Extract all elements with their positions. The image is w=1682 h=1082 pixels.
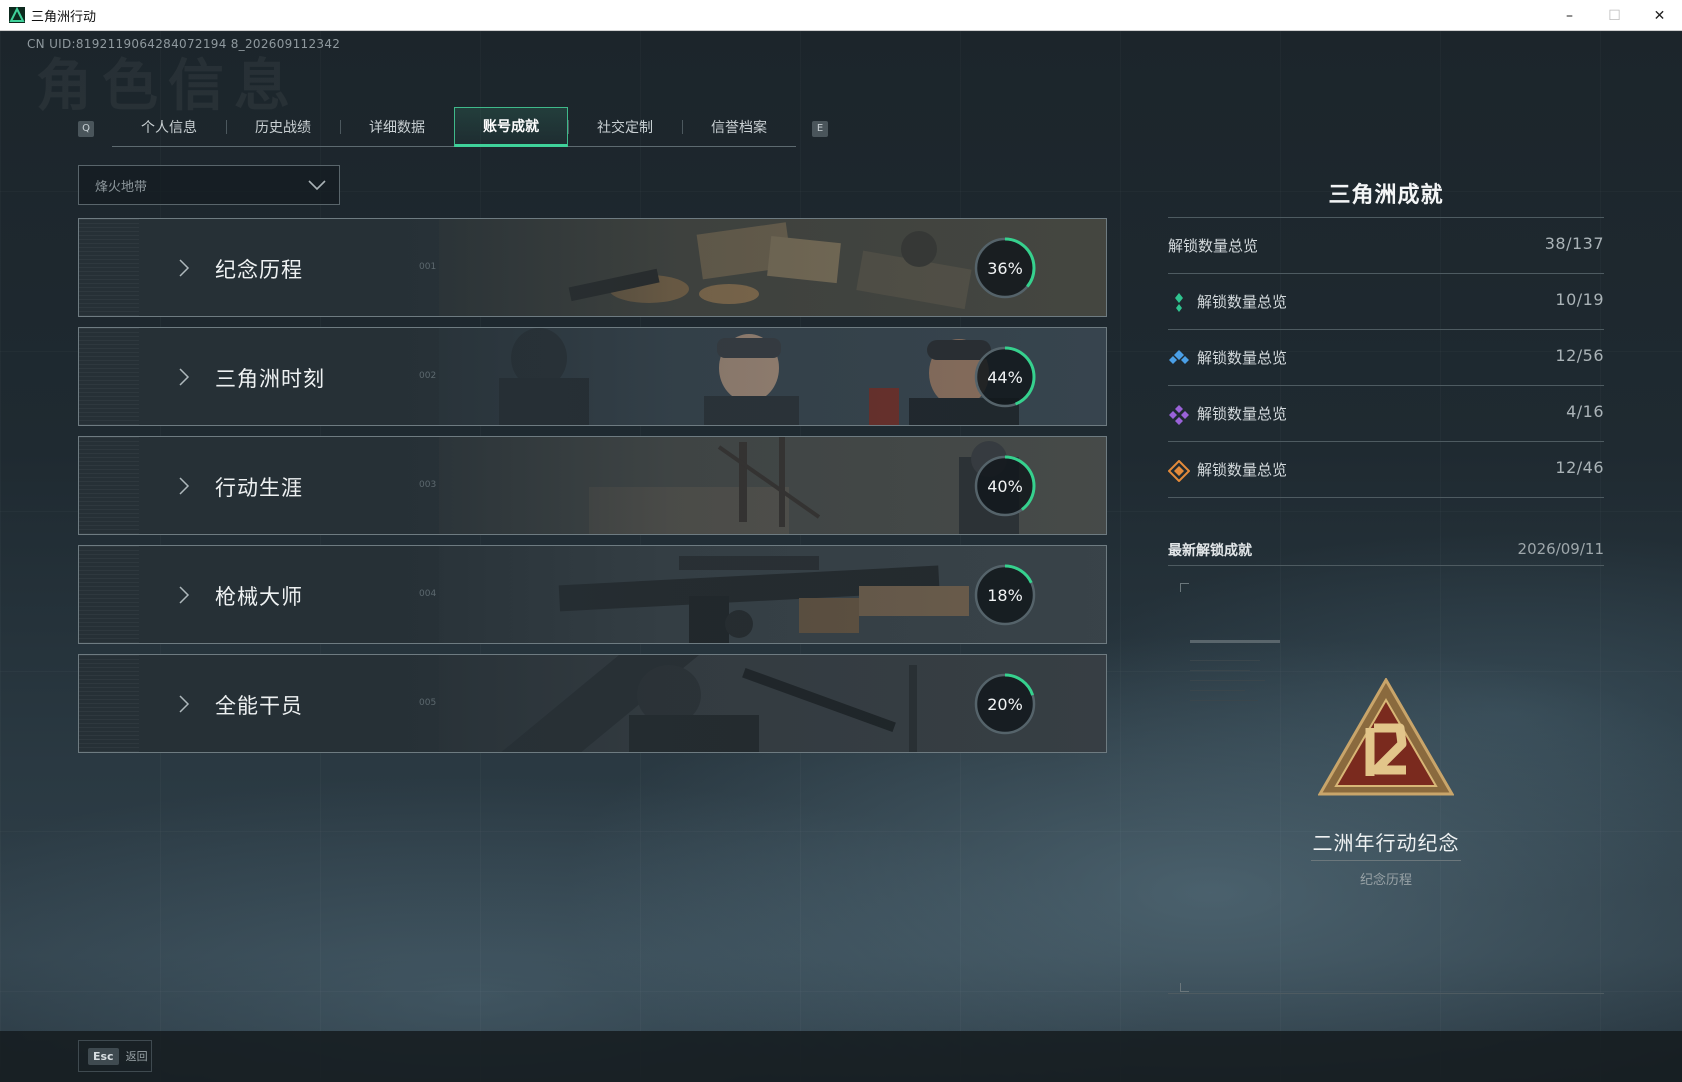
category-name: 三角洲时刻 [215,367,325,391]
purple-tier-icon [1169,405,1189,425]
next-tab-key-hint[interactable]: E [812,121,828,137]
category-card-memorial[interactable]: 纪念历程 001 36% [78,218,1107,317]
chevron-right-icon [179,259,190,277]
tab-credit-record[interactable]: 信誉档案 [682,107,796,147]
mode-select[interactable]: 烽火地带 [78,165,340,205]
category-index: 002 [419,371,437,381]
summary-label: 解锁数量总览 [1168,237,1259,255]
chevron-right-icon [179,695,190,713]
summary-label: 解锁数量总览 [1197,293,1288,311]
recent-achievement-label: 最新解锁成就 [1168,543,1252,559]
green-tier-icon [1175,293,1183,312]
game-viewport: 角色信息 CN UID:8192119064284072194 8_202609… [0,31,1682,1082]
category-name: 行动生涯 [215,476,303,500]
tab-personal-info[interactable]: 个人信息 [112,107,226,147]
window-titlebar: 三角洲行动 – ☐ ✕ [0,0,1682,31]
player-uid: CN UID:8192119064284072194 8_20260911234… [27,37,341,51]
category-card-weapon-master[interactable]: 枪械大师 004 18% [78,545,1107,644]
tab-match-history[interactable]: 历史战绩 [226,107,340,147]
category-name: 枪械大师 [215,585,303,609]
minimize-button[interactable]: – [1547,0,1592,31]
category-index: 001 [419,262,437,272]
progress-percent: 36% [987,258,1023,278]
category-index: 004 [419,589,437,599]
progress-percent: 44% [987,367,1023,387]
decorative-text-lines [1190,640,1280,701]
app-logo-icon [9,7,25,23]
maximize-button[interactable]: ☐ [1592,0,1637,31]
category-card-delta-moments[interactable]: 三角洲时刻 002 44% [78,327,1107,426]
summary-label: 解锁数量总览 [1197,405,1288,423]
category-name: 纪念历程 [215,258,303,282]
category-card-all-round-operator[interactable]: 全能干员 005 20% [78,654,1107,753]
tab-social-custom[interactable]: 社交定制 [568,107,682,147]
summary-value: 38/137 [1544,234,1604,253]
category-name: 全能干员 [215,694,303,718]
recent-achievement-category: 纪念历程 [1359,873,1412,888]
summary-tier-row-blue: 解锁数量总览 12/56 [1168,329,1604,385]
summary-value: 12/46 [1555,458,1604,477]
summary-label: 解锁数量总览 [1197,349,1288,367]
tab-list: 个人信息 历史战绩 详细数据 账号成就 社交定制 信誉档案 [112,107,796,147]
esc-key-hint: Esc [88,1047,119,1065]
anniversary-emblem-icon [1318,678,1454,796]
close-button[interactable]: ✕ [1637,0,1682,31]
progress-percent: 40% [987,476,1023,496]
summary-tier-row-purple: 解锁数量总览 4/16 [1168,385,1604,441]
summary-total-row: 解锁数量总览 38/137 [1168,217,1604,273]
window-title: 三角洲行动 [31,9,97,25]
chevron-right-icon [179,477,190,495]
prev-tab-key-hint[interactable]: Q [78,121,94,137]
summary-value: 10/19 [1555,290,1604,309]
back-button[interactable]: Esc 返回 [78,1040,152,1072]
tab-account-achievements[interactable]: 账号成就 [454,107,568,147]
tab-detailed-stats[interactable]: 详细数据 [340,107,454,147]
mode-select-value: 烽火地带 [95,179,148,195]
back-label: 返回 [125,1050,148,1063]
summary-label: 解锁数量总览 [1197,461,1288,479]
category-card-operation-career[interactable]: 行动生涯 003 40% [78,436,1107,535]
gold-tier-icon [1168,460,1190,482]
chevron-down-icon [308,180,326,191]
summary-tier-row-green: 解锁数量总览 10/19 [1168,273,1604,329]
recent-achievement-name: 二洲年行动纪念 [1312,831,1460,855]
summary-value: 4/16 [1566,402,1604,421]
achievements-summary-title: 三角洲成就 [1328,183,1444,208]
progress-percent: 18% [987,585,1023,605]
progress-percent: 20% [987,694,1023,714]
bottom-bar: Esc 返回 [0,1031,1682,1082]
chevron-right-icon [179,368,190,386]
recent-achievement-card[interactable]: 二洲年行动纪念 纪念历程 [1168,583,1604,993]
summary-value: 12/56 [1555,346,1604,365]
chevron-right-icon [179,586,190,604]
summary-tier-row-gold: 解锁数量总览 12/46 [1168,441,1604,497]
category-index: 005 [419,698,437,708]
recent-achievement-date: 2026/09/11 [1517,540,1604,558]
blue-tier-icon [1169,350,1189,364]
category-index: 003 [419,480,437,490]
